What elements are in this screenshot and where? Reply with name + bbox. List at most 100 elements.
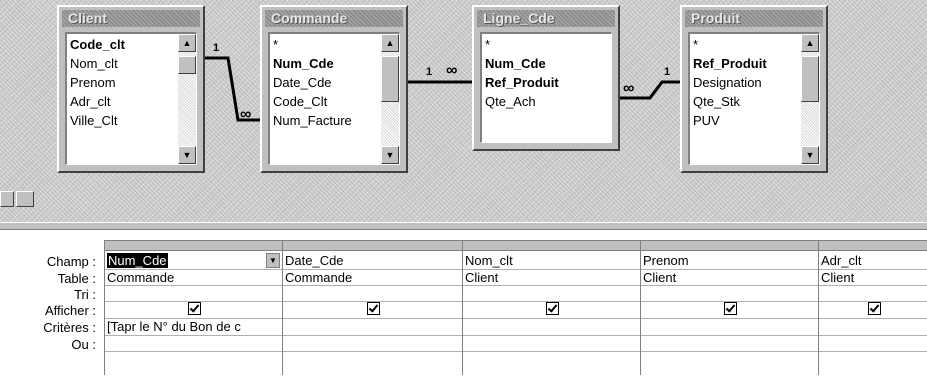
dropdown-icon[interactable]: ▼ — [266, 253, 280, 268]
row-label-afficher: Afficher : — [44, 303, 96, 318]
table-cell[interactable]: Client — [641, 270, 818, 286]
or-cell[interactable] — [105, 336, 282, 352]
field-cell[interactable]: Adr_clt — [819, 253, 927, 270]
table-cell[interactable]: Commande — [105, 270, 282, 286]
scroll-thumb[interactable] — [178, 56, 196, 74]
criteria-cell[interactable] — [641, 319, 818, 336]
scroll-up-icon[interactable]: ▲ — [801, 34, 819, 52]
relation-many-label: ∞ — [446, 62, 458, 79]
table-title[interactable]: Commande — [265, 10, 403, 27]
table-cell-text: Client — [821, 270, 855, 285]
or-cell[interactable] — [819, 336, 927, 352]
field-cell[interactable]: Prenom — [641, 253, 818, 270]
or-cell[interactable] — [283, 336, 462, 352]
table-commande[interactable]: Commande * Num_Cde Date_Cde Code_Clt Num… — [260, 5, 408, 173]
table-ligne-cde[interactable]: Ligne_Cde * Num_Cde Ref_Produit Qte_Ach — [472, 5, 620, 151]
or-cell[interactable] — [463, 336, 640, 352]
grid-column: Prenom Client — [640, 240, 818, 375]
row-label-tri: Tri : — [74, 287, 96, 302]
column-selector[interactable] — [463, 241, 640, 251]
scroll-down-icon[interactable]: ▼ — [801, 146, 819, 164]
field-cell[interactable]: Nom_clt — [463, 253, 640, 270]
sort-cell[interactable] — [105, 286, 282, 302]
field-item[interactable]: * — [485, 35, 611, 54]
scroll-up-icon[interactable]: ▲ — [381, 34, 399, 52]
grid-column: Adr_clt Client — [818, 240, 927, 375]
column-selector[interactable] — [283, 241, 462, 251]
table-client[interactable]: Client Code_clt Nom_clt Prenom Adr_clt V… — [57, 5, 205, 173]
vertical-scrollbar[interactable]: ▲ ▼ — [381, 34, 399, 164]
field-item[interactable]: Num_Cde — [485, 54, 611, 73]
row-label-champ: Champ : — [46, 254, 96, 269]
show-checkbox-cell[interactable] — [463, 302, 640, 319]
vertical-scrollbar[interactable]: ▲ ▼ — [801, 34, 819, 164]
table-title[interactable]: Client — [62, 10, 200, 27]
show-checkbox[interactable] — [367, 302, 380, 315]
field-list[interactable]: * Num_Cde Date_Cde Code_Clt Num_Facture … — [268, 32, 400, 165]
field-cell[interactable]: Date_Cde — [283, 253, 462, 270]
scroll-thumb[interactable] — [801, 56, 819, 102]
table-cell-text: Commande — [285, 270, 353, 285]
show-checkbox-cell[interactable] — [105, 302, 282, 319]
scroll-left-button[interactable] — [0, 191, 14, 207]
field-list[interactable]: * Ref_Produit Designation Qte_Stk PUV ▲ … — [688, 32, 820, 165]
table-cell[interactable]: Commande — [283, 270, 462, 286]
show-checkbox[interactable] — [546, 302, 559, 315]
vertical-scrollbar[interactable]: ▲ ▼ — [178, 34, 196, 164]
table-produit[interactable]: Produit * Ref_Produit Designation Qte_St… — [680, 5, 828, 173]
relation-one-label: 1 — [213, 42, 220, 54]
relation-many-label: ∞ — [240, 106, 252, 123]
grid-column: Nom_clt Client — [462, 240, 640, 375]
pane-splitter[interactable] — [0, 222, 927, 230]
field-list[interactable]: * Num_Cde Ref_Produit Qte_Ach — [480, 32, 612, 143]
relation-many-label: ∞ — [623, 80, 635, 97]
field-item[interactable]: Qte_Ach — [485, 92, 611, 111]
or-cell[interactable] — [641, 336, 818, 352]
table-title[interactable]: Ligne_Cde — [477, 10, 615, 27]
sort-cell[interactable] — [819, 286, 927, 302]
table-cell-text: Client — [465, 270, 499, 285]
table-cell[interactable]: Client — [819, 270, 927, 286]
show-checkbox[interactable] — [867, 302, 881, 315]
field-cell-text: Nom_clt — [465, 253, 513, 268]
column-selector[interactable] — [641, 241, 818, 251]
field-list[interactable]: Code_clt Nom_clt Prenom Adr_clt Ville_Cl… — [65, 32, 197, 165]
grid-column: Num_Cde ▼ Commande [Tapr le N° du Bon de c — [104, 240, 282, 375]
show-checkbox-cell[interactable] — [819, 302, 927, 319]
field-cell-text: Prenom — [643, 253, 689, 268]
scroll-down-icon[interactable]: ▼ — [381, 146, 399, 164]
scroll-up-icon[interactable]: ▲ — [178, 34, 196, 52]
horizontal-scrollbar[interactable] — [0, 190, 927, 207]
field-item[interactable]: Ref_Produit — [485, 73, 611, 92]
sort-cell[interactable] — [641, 286, 818, 302]
table-cell-text: Commande — [107, 270, 175, 285]
row-label-ou: Ou : — [71, 337, 96, 352]
field-cell[interactable]: Num_Cde ▼ — [105, 253, 282, 270]
scroll-thumb[interactable] — [16, 191, 34, 207]
table-title[interactable]: Produit — [685, 10, 823, 27]
sort-cell[interactable] — [283, 286, 462, 302]
criteria-cell[interactable]: [Tapr le N° du Bon de c — [105, 319, 282, 336]
column-selector[interactable] — [819, 241, 927, 251]
criteria-cell[interactable] — [463, 319, 640, 336]
show-checkbox[interactable] — [188, 302, 201, 315]
criteria-cell[interactable] — [283, 319, 462, 336]
field-cell-text: Adr_clt — [821, 253, 862, 268]
scroll-down-icon[interactable]: ▼ — [178, 146, 196, 164]
row-label-table: Table : — [57, 271, 96, 286]
relation-one-label: 1 — [426, 66, 433, 78]
query-diagram-pane: Client Code_clt Nom_clt Prenom Adr_clt V… — [0, 0, 927, 222]
query-design-grid: Champ : Table : Tri : Afficher : Critère… — [0, 230, 927, 378]
relation-one-label: 1 — [664, 66, 671, 78]
scroll-thumb[interactable] — [381, 56, 399, 102]
criteria-cell[interactable] — [819, 319, 927, 336]
field-cell-text: Date_Cde — [285, 253, 344, 268]
show-checkbox-cell[interactable] — [641, 302, 818, 319]
relation-client-commande[interactable] — [205, 56, 260, 122]
table-cell[interactable]: Client — [463, 270, 640, 286]
show-checkbox-cell[interactable] — [283, 302, 462, 319]
show-checkbox[interactable] — [724, 302, 737, 315]
sort-cell[interactable] — [463, 286, 640, 302]
grid-column: Date_Cde Commande — [282, 240, 462, 375]
column-selector[interactable] — [105, 241, 282, 251]
